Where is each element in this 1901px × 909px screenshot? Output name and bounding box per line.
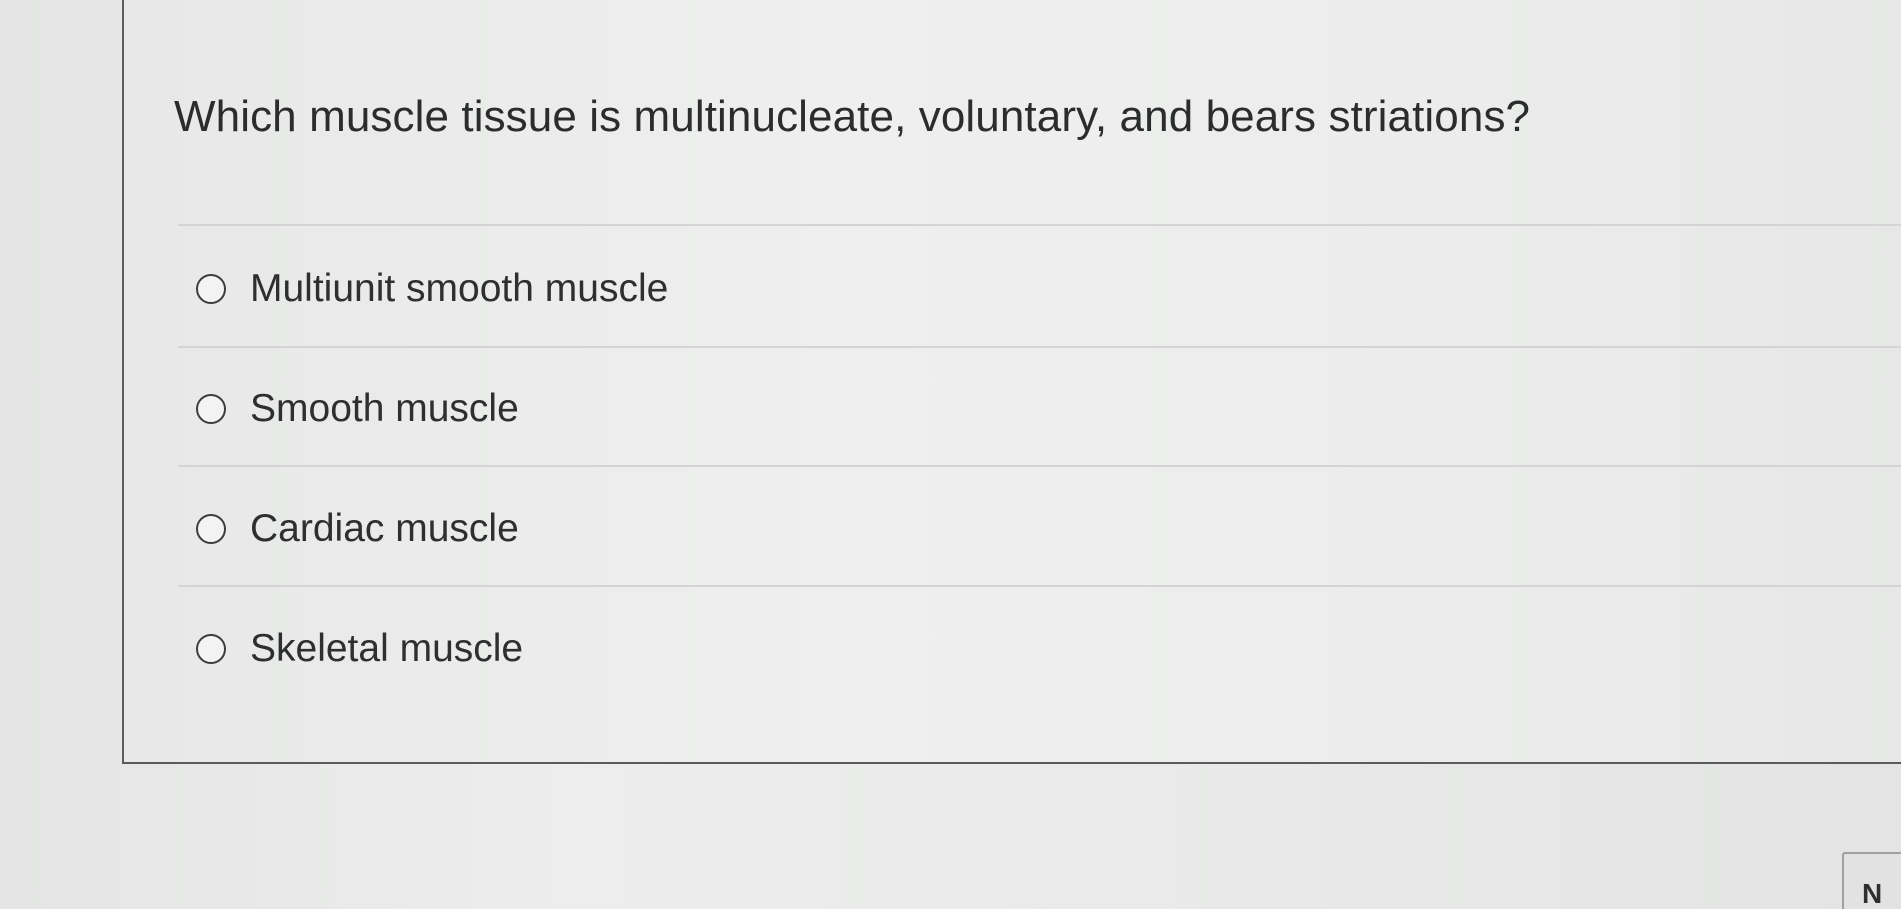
radio-button[interactable]	[196, 274, 226, 304]
answer-option-multiunit-smooth-muscle[interactable]: Multiunit smooth muscle	[196, 259, 668, 319]
option-label: Smooth muscle	[250, 387, 519, 430]
radio-button[interactable]	[196, 634, 226, 664]
next-button[interactable]: N	[1842, 852, 1901, 909]
question-text: Which muscle tissue is multinucleate, vo…	[174, 92, 1531, 141]
divider	[178, 346, 1901, 348]
radio-button[interactable]	[196, 394, 226, 424]
divider	[178, 585, 1901, 587]
answer-option-skeletal-muscle[interactable]: Skeletal muscle	[196, 619, 523, 679]
option-label: Skeletal muscle	[250, 627, 524, 670]
radio-button[interactable]	[196, 514, 226, 544]
answer-option-smooth-muscle[interactable]: Smooth muscle	[196, 379, 519, 439]
option-label: Cardiac muscle	[250, 507, 519, 550]
screen: Which muscle tissue is multinucleate, vo…	[0, 0, 1901, 909]
next-button-label: N	[1862, 878, 1883, 909]
option-label: Multiunit smooth muscle	[250, 267, 669, 310]
answer-option-cardiac-muscle[interactable]: Cardiac muscle	[196, 499, 519, 559]
divider	[178, 224, 1901, 226]
divider	[178, 465, 1901, 467]
